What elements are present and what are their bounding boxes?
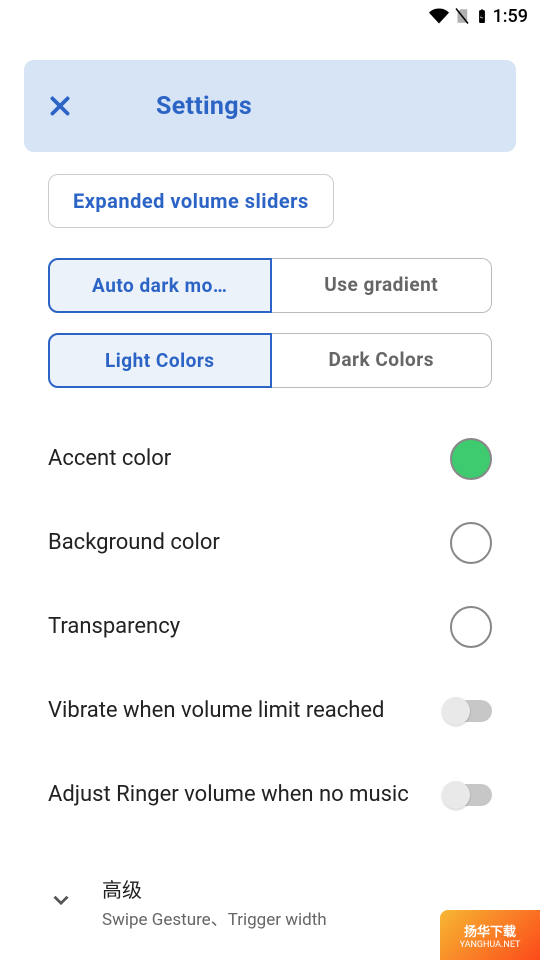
android-status-bar: 1:59: [0, 0, 540, 32]
settings-header: Settings: [24, 60, 516, 152]
use-gradient-tab[interactable]: Use gradient: [272, 258, 493, 313]
status-time: 1:59: [493, 6, 528, 27]
vibrate-limit-row[interactable]: Vibrate when volume limit reached: [48, 672, 492, 750]
advanced-section[interactable]: 高级 Swipe Gesture、Trigger width: [48, 874, 492, 930]
page-title: Settings: [96, 92, 516, 121]
accent-color-label: Accent color: [48, 444, 187, 474]
chevron-down-icon: [48, 887, 74, 917]
dark-mode-segment: Auto dark mo… Use gradient: [48, 258, 492, 313]
transparency-swatch[interactable]: [450, 606, 492, 648]
dark-colors-tab[interactable]: Dark Colors: [272, 333, 493, 388]
wifi-icon: [429, 6, 449, 26]
watermark-badge: 扬华下载 YANGHUA.NET: [440, 910, 540, 960]
light-colors-tab[interactable]: Light Colors: [48, 333, 272, 388]
watermark-text: 扬华下载: [464, 921, 516, 940]
close-icon: [47, 93, 73, 119]
adjust-ringer-toggle[interactable]: [444, 784, 492, 806]
accent-color-swatch[interactable]: [450, 438, 492, 480]
background-color-row[interactable]: Background color: [48, 504, 492, 582]
adjust-ringer-row[interactable]: Adjust Ringer volume when no music: [48, 756, 492, 834]
close-button[interactable]: [24, 93, 96, 119]
battery-charging-icon: [475, 6, 489, 26]
background-color-label: Background color: [48, 528, 236, 558]
vibrate-limit-label: Vibrate when volume limit reached: [48, 696, 400, 726]
color-theme-segment: Light Colors Dark Colors: [48, 333, 492, 388]
expanded-sliders-button[interactable]: Expanded volume sliders: [48, 174, 334, 228]
background-color-swatch[interactable]: [450, 522, 492, 564]
advanced-subtitle: Swipe Gesture、Trigger width: [102, 905, 327, 930]
accent-color-row[interactable]: Accent color: [48, 420, 492, 498]
auto-dark-mode-tab[interactable]: Auto dark mo…: [48, 258, 272, 313]
advanced-title: 高级: [102, 874, 327, 903]
no-sim-icon: [453, 7, 471, 25]
watermark-url: YANGHUA.NET: [460, 940, 521, 950]
adjust-ringer-label: Adjust Ringer volume when no music: [48, 780, 425, 810]
vibrate-limit-toggle[interactable]: [444, 700, 492, 722]
transparency-row[interactable]: Transparency: [48, 588, 492, 666]
transparency-label: Transparency: [48, 612, 196, 642]
